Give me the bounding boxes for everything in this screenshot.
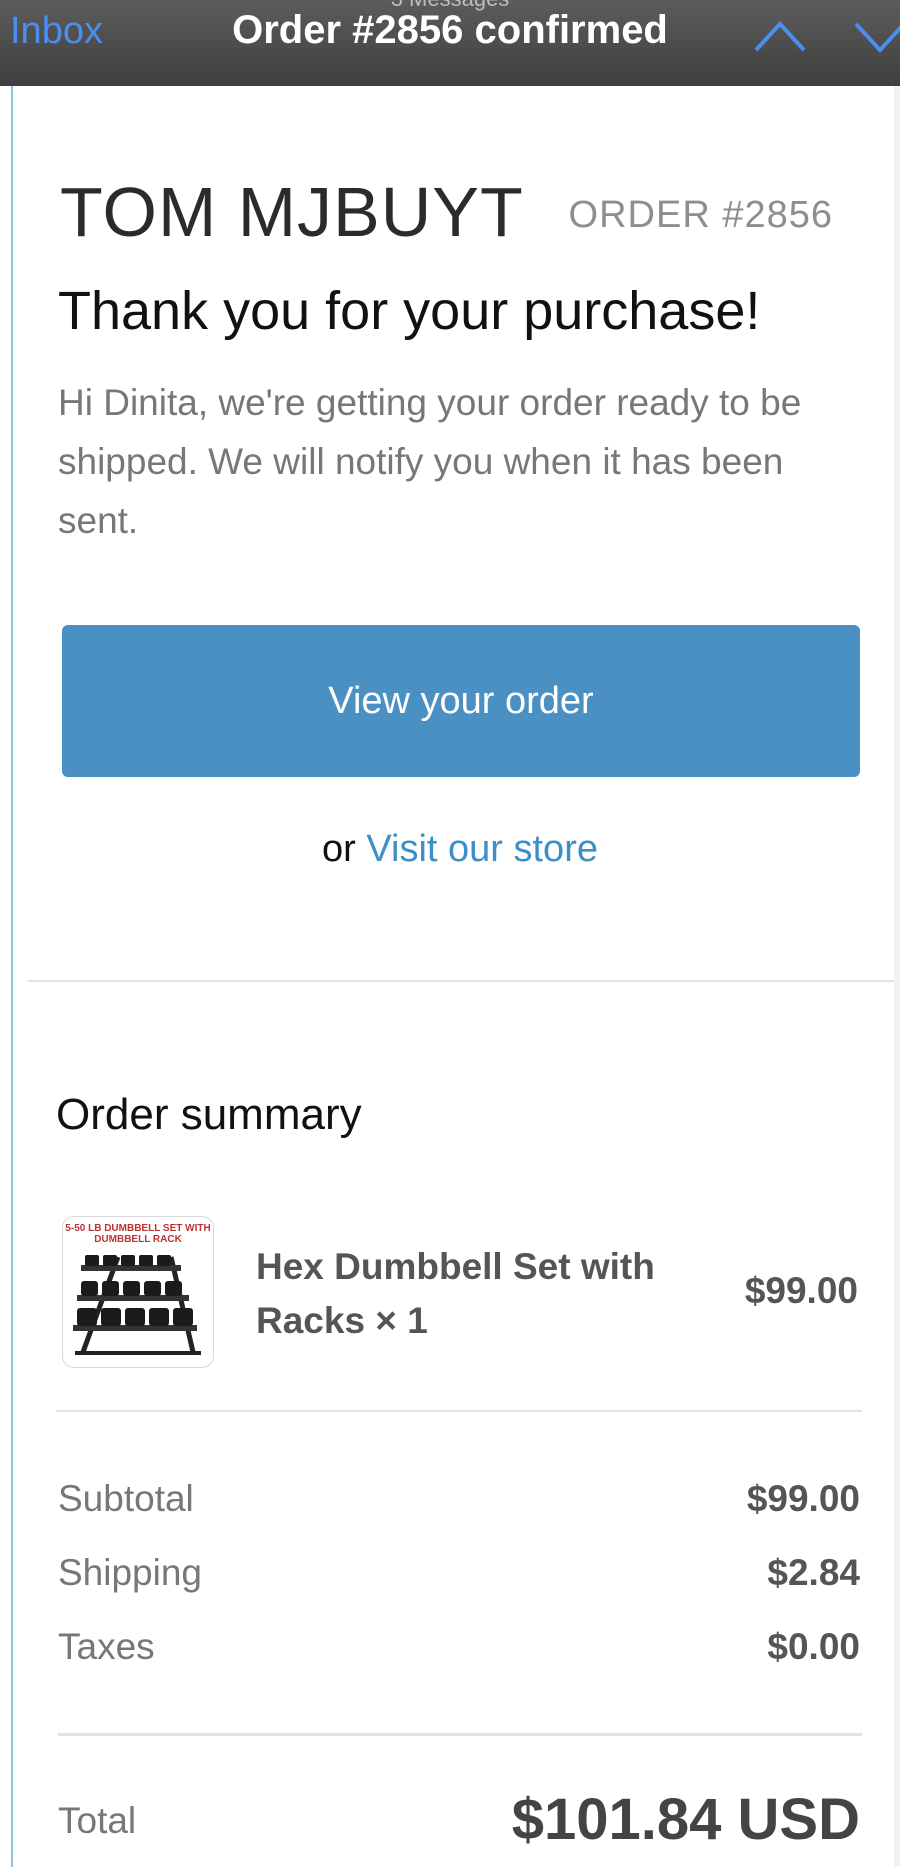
totals-divider: [58, 1733, 862, 1736]
chevron-up-icon[interactable]: [752, 18, 808, 54]
product-thumbnail: 5-50 LB DUMBBELL SET WITH DUMBBELL RACK: [62, 1216, 214, 1368]
items-divider: [56, 1410, 862, 1412]
subtotal-value: $99.00: [746, 1478, 860, 1519]
total-label: Total: [58, 1800, 137, 1841]
taxes-label: Taxes: [58, 1626, 155, 1667]
taxes-value: $0.00: [767, 1626, 860, 1667]
section-divider: [28, 980, 894, 982]
visit-store-link[interactable]: Visit our store: [366, 828, 598, 870]
chevron-down-icon[interactable]: [852, 18, 900, 54]
shop-name: TOM MJBUYT: [60, 173, 524, 251]
scroll-edge: [894, 86, 900, 1867]
top-nav-bar: 3 Messages Inbox Order #2856 confirmed: [0, 0, 900, 86]
thank-you-heading: Thank you for your purchase!: [58, 281, 761, 341]
or-text: or: [322, 828, 356, 870]
quote-border: [11, 86, 13, 1867]
visit-store-line: or Visit our store: [0, 828, 900, 871]
shipping-value: $2.84: [767, 1552, 860, 1593]
view-order-button[interactable]: View your order: [62, 625, 860, 777]
shipping-label: Shipping: [58, 1552, 203, 1593]
product-price: $99.00: [744, 1270, 858, 1311]
order-summary-heading: Order summary: [56, 1090, 362, 1139]
dumbbell-rack-image: [73, 1255, 201, 1355]
intro-text: Hi Dinita, we're getting your order read…: [58, 382, 802, 541]
product-name: Hex Dumbbell Set with Racks × 1: [256, 1246, 655, 1341]
order-number: ORDER #2856: [568, 194, 833, 236]
subtotal-label: Subtotal: [58, 1478, 194, 1519]
total-value: $101.84 USD: [511, 1787, 860, 1852]
